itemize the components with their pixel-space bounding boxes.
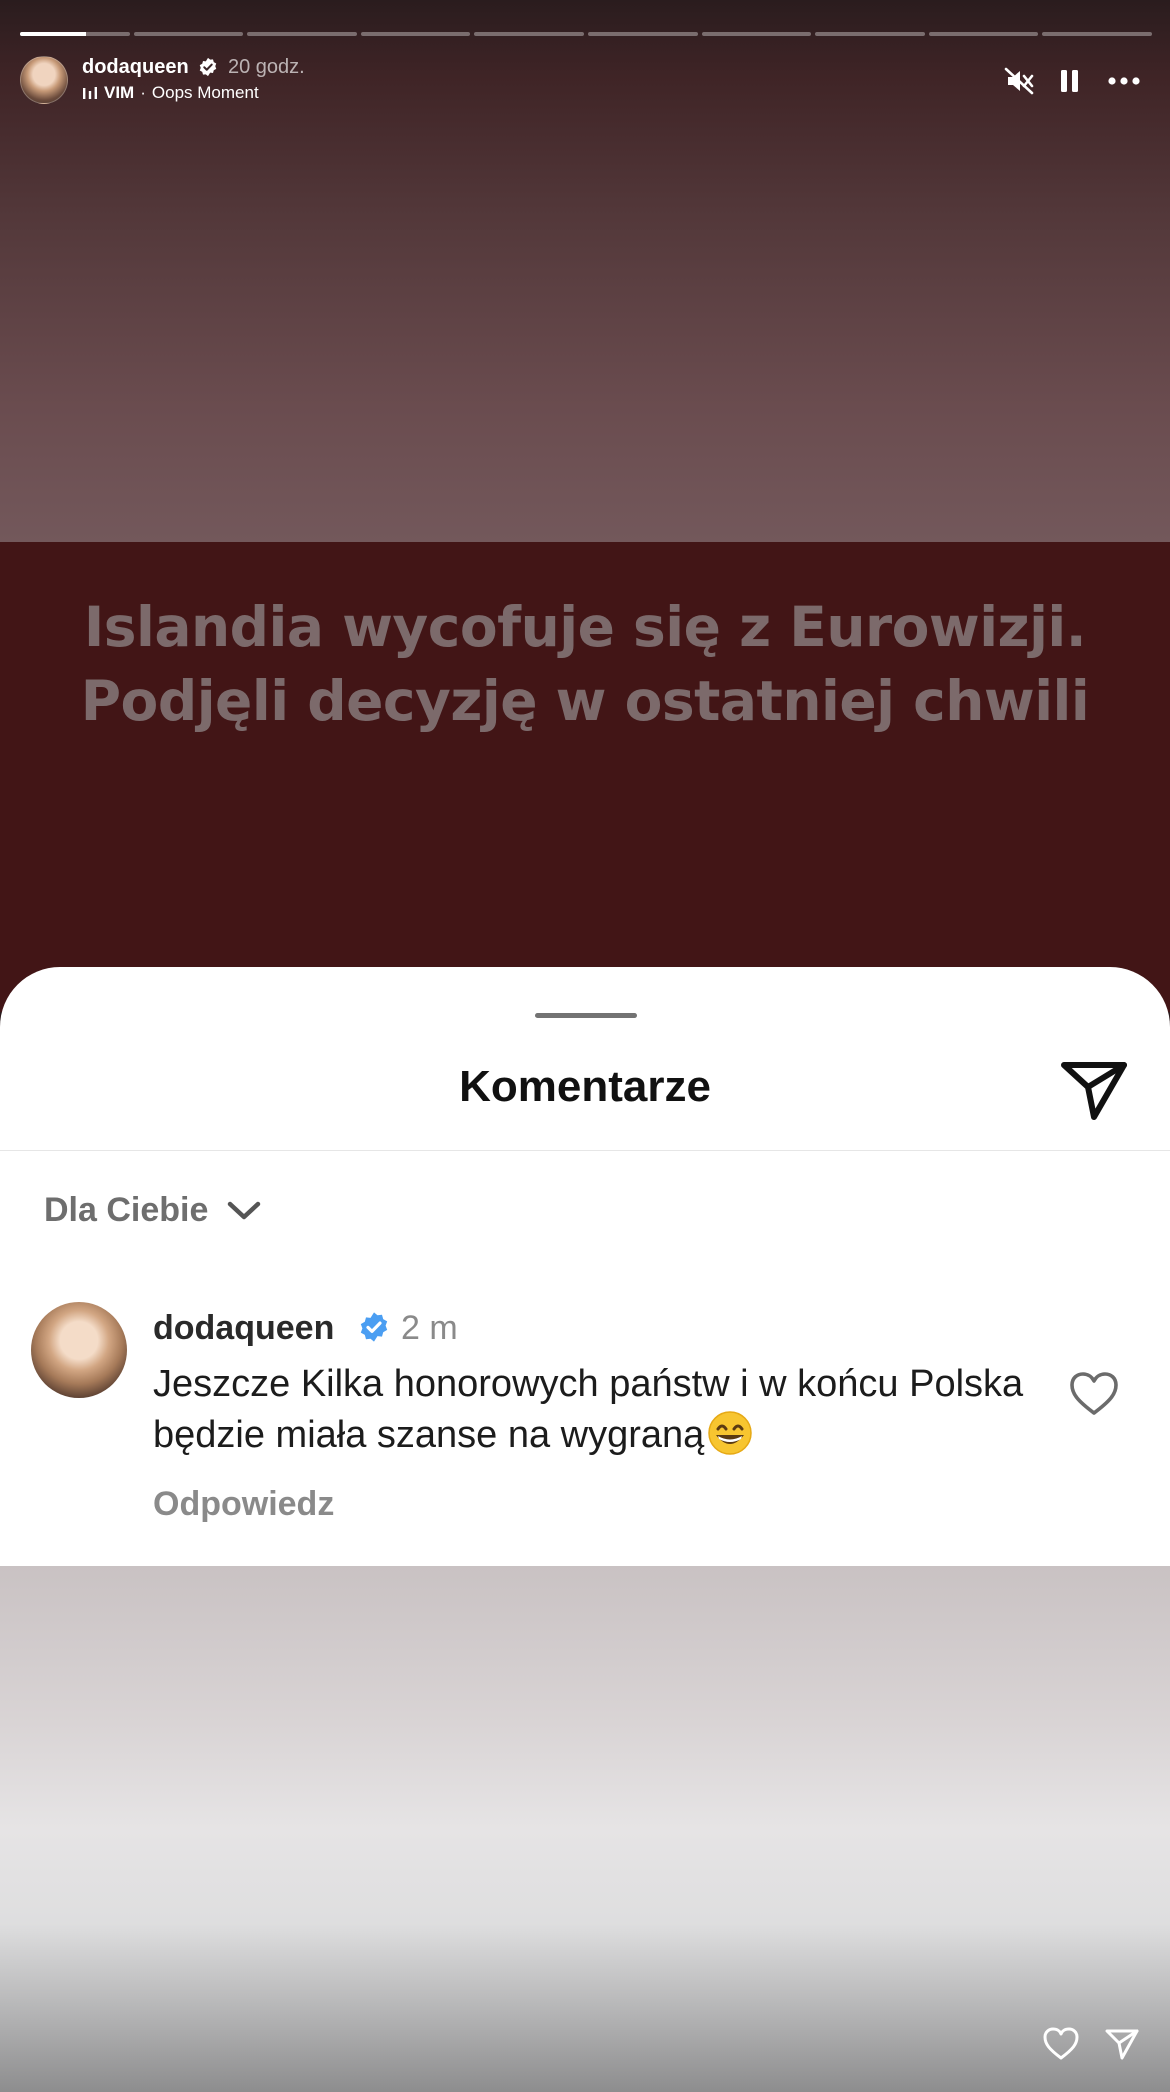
music-attribution[interactable]: VIM · Oops Moment [82, 82, 259, 104]
progress-segment [587, 32, 698, 36]
music-artist: VIM [104, 83, 135, 102]
verified-badge-icon [199, 57, 217, 77]
progress-segment [20, 32, 130, 36]
grinning-face-emoji-icon [708, 1411, 753, 1455]
progress-segment [928, 32, 1039, 36]
comment-item: dodaqueen 2 m Jeszcze Kilka honorowych p… [30, 1301, 1140, 1531]
heart-icon[interactable] [1068, 1371, 1120, 1417]
send-icon[interactable] [1058, 1057, 1130, 1123]
story-headline: Islandia wycofuje się z Eurowizji. Podję… [0, 590, 1170, 738]
comment-sort-label: Dla Ciebie [44, 1191, 209, 1229]
sheet-divider [0, 1150, 1170, 1151]
progress-segment [1042, 32, 1152, 36]
progress-segment-fill [20, 32, 86, 36]
comment-sort-dropdown[interactable]: Dla Ciebie [44, 1188, 262, 1232]
story-progress-bar [20, 32, 1152, 36]
story-username[interactable]: dodaqueen [82, 54, 189, 80]
story-header: dodaqueen 20 godz. VIM · Oops Moment [20, 54, 1152, 106]
more-icon[interactable] [1106, 66, 1142, 96]
story-timestamp: 20 godz. [228, 56, 305, 78]
pause-icon[interactable] [1057, 66, 1083, 96]
comment-body: Jeszcze Kilka honorowych państw i w końc… [153, 1359, 1033, 1460]
music-title: Oops Moment [151, 83, 259, 102]
story-background-bottom [0, 1566, 1170, 2092]
progress-segment [701, 32, 812, 36]
progress-segment [247, 32, 357, 36]
avatar[interactable] [20, 56, 68, 104]
story-viewer: Islandia wycofuje się z Eurowizji. Podję… [0, 0, 1170, 2092]
progress-segment [133, 32, 244, 36]
muted-speaker-icon[interactable] [1004, 66, 1034, 96]
story-send-icon[interactable] [1104, 2027, 1140, 2061]
comment-username[interactable]: dodaqueen [153, 1307, 334, 1349]
progress-segment [815, 32, 925, 36]
progress-segment [360, 32, 471, 36]
sheet-title: Komentarze [459, 1062, 711, 1111]
progress-segment [474, 32, 584, 36]
story-like-heart-icon[interactable] [1042, 2027, 1080, 2061]
chevron-down-icon [228, 1201, 261, 1220]
comments-sheet: Komentarze Dla Ciebie dodaqueen 2 m Jesz… [0, 967, 1170, 1566]
music-separator: · [140, 83, 146, 102]
comment-text: Jeszcze Kilka honorowych państw i w końc… [153, 1363, 1024, 1456]
headline-line-2: Podjęli decyzję w ostatniej chwili [80, 669, 1090, 733]
avatar[interactable] [31, 1302, 127, 1398]
reply-button[interactable]: Odpowiedz [153, 1483, 334, 1525]
headline-line-1: Islandia wycofuje się z Eurowizji. [83, 595, 1087, 659]
sheet-drag-handle[interactable] [535, 1013, 637, 1018]
comment-timestamp: 2 m [401, 1309, 458, 1347]
verified-badge-icon [360, 1312, 388, 1342]
audio-bars-icon [83, 87, 97, 99]
